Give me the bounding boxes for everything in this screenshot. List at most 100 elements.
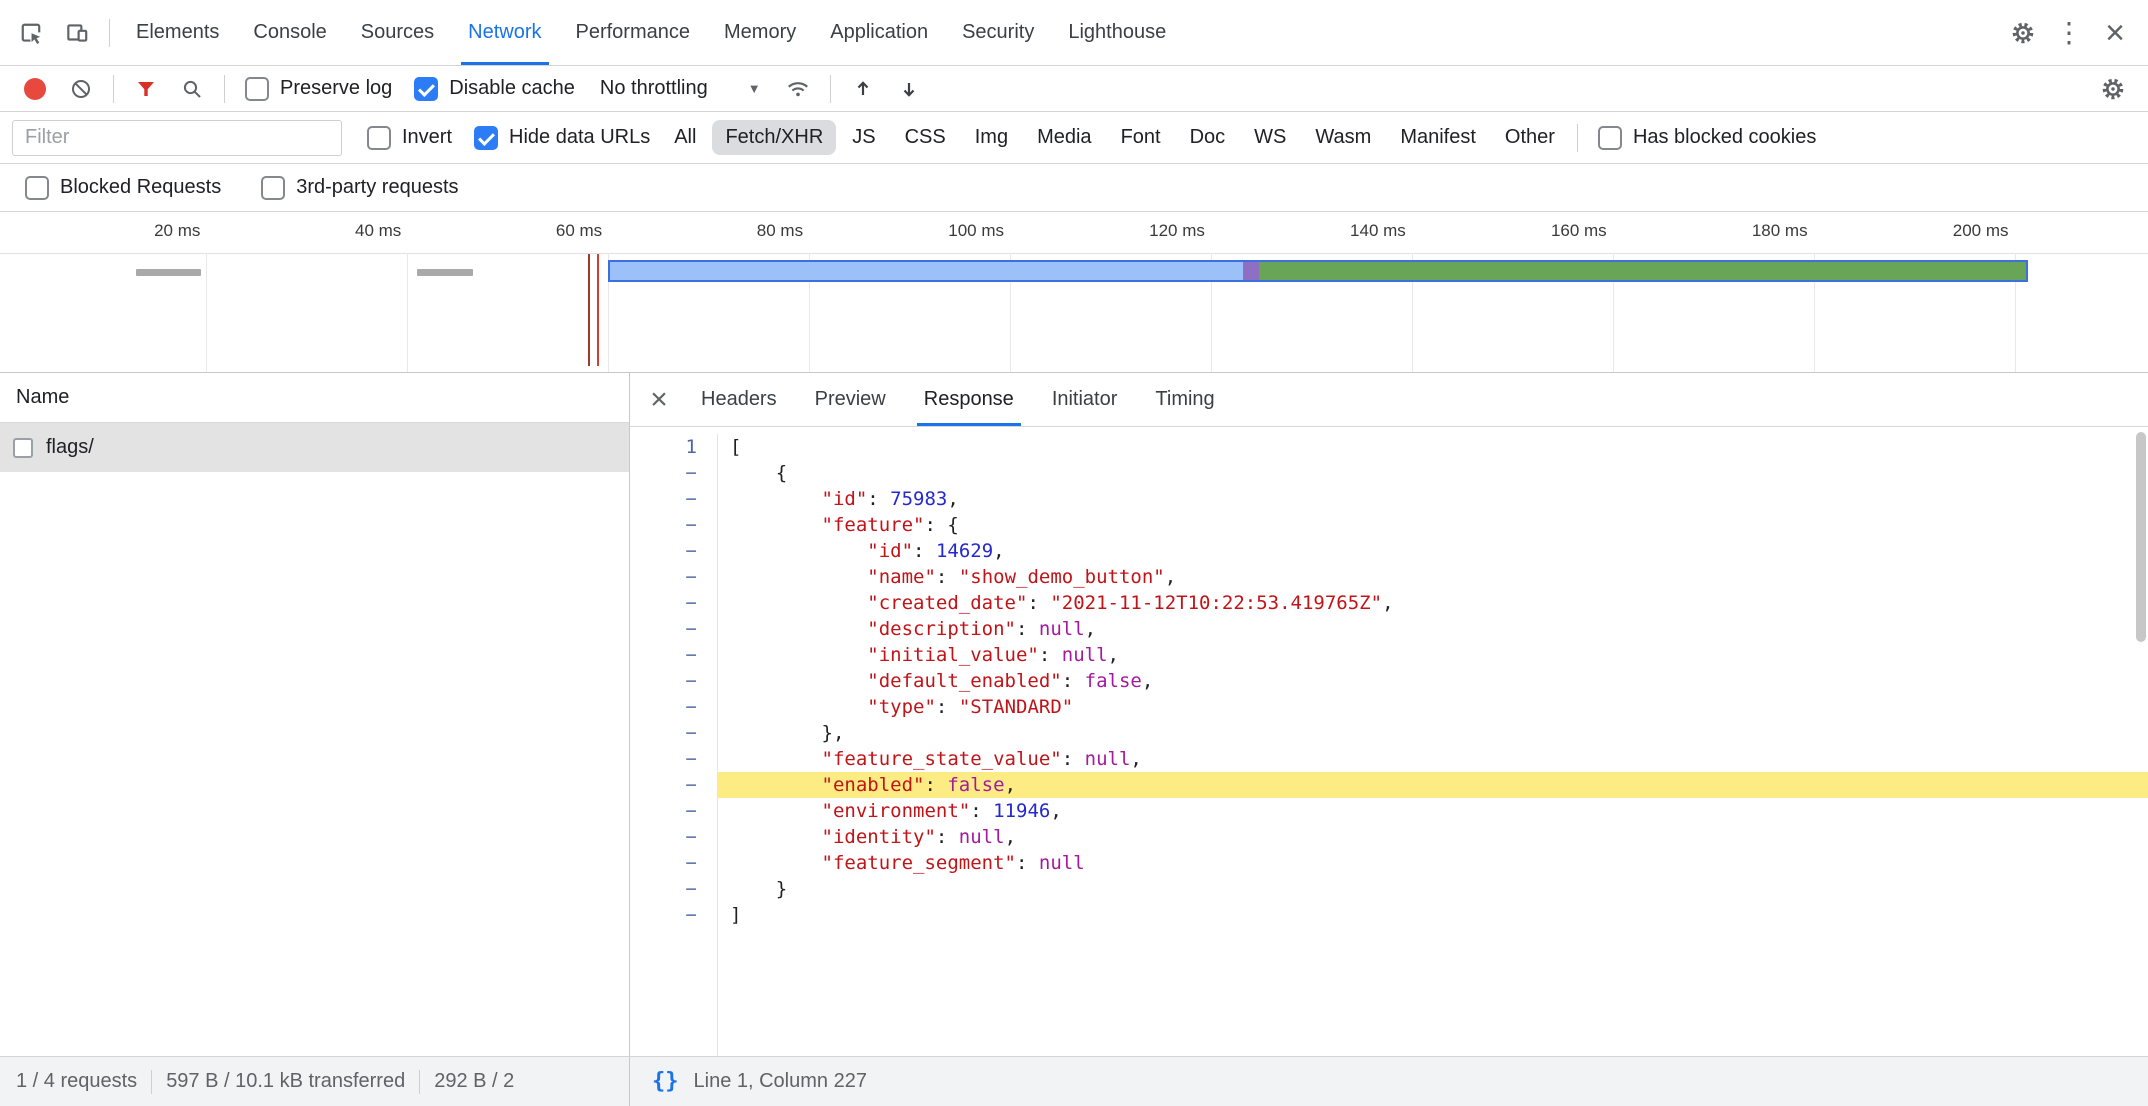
type-filter-all[interactable]: All: [661, 120, 709, 155]
requests-count: 1 / 4 requests: [16, 1070, 137, 1093]
code-gutter: 1−−−−−−−−−−−−−−−−−−: [630, 434, 718, 1056]
code-content: [ { "id": 75983, "feature": { "id": 1462…: [718, 434, 2148, 1056]
tab-memory[interactable]: Memory: [707, 0, 813, 65]
code-line: "feature_segment": null: [718, 850, 2148, 876]
timeline-tick-label: 40 ms: [297, 221, 401, 241]
tab-elements[interactable]: Elements: [119, 0, 236, 65]
type-filter-manifest[interactable]: Manifest: [1387, 120, 1489, 155]
type-filter-ws[interactable]: WS: [1241, 120, 1299, 155]
timeline-tick-label: 140 ms: [1302, 221, 1406, 241]
details-tab-initiator[interactable]: Initiator: [1033, 373, 1137, 426]
pretty-print-icon[interactable]: {}: [652, 1069, 679, 1094]
export-har-icon[interactable]: [886, 66, 932, 112]
type-filter-fetch-xhr[interactable]: Fetch/XHR: [712, 120, 836, 155]
fold-marker-icon[interactable]: −: [630, 668, 717, 694]
timeline-tick-label: 20 ms: [96, 221, 200, 241]
filter-icon[interactable]: [123, 66, 169, 112]
timeline-tick-label: 80 ms: [699, 221, 803, 241]
fold-marker-icon[interactable]: −: [630, 876, 717, 902]
network-overview[interactable]: 20 ms40 ms60 ms80 ms100 ms120 ms140 ms16…: [0, 212, 2148, 373]
fold-marker-icon[interactable]: −: [630, 460, 717, 486]
resource-type-filters: AllFetch/XHRJSCSSImgMediaFontDocWSWasmMa…: [661, 120, 1568, 155]
import-har-icon[interactable]: [840, 66, 886, 112]
fold-marker-icon[interactable]: −: [630, 746, 717, 772]
fold-marker-icon[interactable]: −: [630, 694, 717, 720]
code-line: },: [718, 720, 2148, 746]
device-toolbar-icon[interactable]: [54, 10, 100, 56]
code-line: "description": null,: [718, 616, 2148, 642]
blocked-requests-checkbox[interactable]: Blocked Requests: [25, 176, 221, 200]
tab-security[interactable]: Security: [945, 0, 1051, 65]
request-row[interactable]: flags/: [0, 423, 629, 472]
fold-marker-icon[interactable]: −: [630, 850, 717, 876]
main-tabbar-tabs: ElementsConsoleSourcesNetworkPerformance…: [119, 0, 1183, 65]
has-blocked-cookies-checkbox[interactable]: Has blocked cookies: [1598, 126, 1816, 150]
transferred-size: 597 B / 10.1 kB transferred: [166, 1070, 405, 1093]
fold-marker-icon[interactable]: −: [630, 616, 717, 642]
details-tab-response[interactable]: Response: [905, 373, 1033, 426]
hide-data-urls-checkbox[interactable]: Hide data URLs: [474, 126, 650, 150]
inspect-element-icon[interactable]: [8, 10, 54, 56]
code-line: "environment": 11946,: [718, 798, 2148, 824]
clear-network-log-icon[interactable]: [58, 66, 104, 112]
tab-console[interactable]: Console: [236, 0, 343, 65]
close-details-icon[interactable]: ×: [636, 373, 682, 426]
type-filter-media[interactable]: Media: [1024, 120, 1104, 155]
throttling-select[interactable]: No throttling ▼: [590, 73, 771, 104]
fold-marker-icon[interactable]: −: [630, 720, 717, 746]
filter-input[interactable]: [12, 120, 342, 156]
code-scrollbar[interactable]: [2134, 427, 2148, 1056]
disable-cache-label: Disable cache: [449, 77, 575, 100]
tab-sources[interactable]: Sources: [344, 0, 451, 65]
toolbar-divider: [109, 19, 110, 47]
close-devtools-icon[interactable]: ×: [2092, 10, 2138, 56]
network-conditions-icon[interactable]: [775, 66, 821, 112]
tab-network[interactable]: Network: [451, 0, 558, 65]
response-code-view[interactable]: 1−−−−−−−−−−−−−−−−−− [ { "id": 75983, "fe…: [630, 427, 2148, 1056]
code-line: ]: [718, 902, 2148, 928]
type-filter-img[interactable]: Img: [962, 120, 1021, 155]
third-party-requests-checkbox[interactable]: 3rd-party requests: [261, 176, 458, 200]
fold-marker-icon[interactable]: −: [630, 512, 717, 538]
code-line: }: [718, 876, 2148, 902]
type-filter-other[interactable]: Other: [1492, 120, 1568, 155]
third-party-requests-label: 3rd-party requests: [296, 176, 458, 199]
fold-marker-icon[interactable]: −: [630, 590, 717, 616]
fold-marker-icon[interactable]: −: [630, 486, 717, 512]
filter-bar: Invert Hide data URLs AllFetch/XHRJSCSSI…: [0, 112, 2148, 164]
type-filter-css[interactable]: CSS: [892, 120, 959, 155]
settings-gear-icon[interactable]: [2000, 10, 2046, 56]
fold-marker-icon[interactable]: −: [630, 902, 717, 928]
details-tab-headers[interactable]: Headers: [682, 373, 796, 426]
network-settings-gear-icon[interactable]: [2090, 66, 2136, 112]
tab-application[interactable]: Application: [813, 0, 945, 65]
type-filter-js[interactable]: JS: [839, 120, 888, 155]
tab-lighthouse[interactable]: Lighthouse: [1051, 0, 1183, 65]
details-tab-timing[interactable]: Timing: [1136, 373, 1233, 426]
checkbox-box: [261, 176, 285, 200]
more-options-icon[interactable]: ⋮: [2046, 10, 2092, 56]
code-line: [: [718, 434, 2148, 460]
search-icon[interactable]: [169, 66, 215, 112]
preserve-log-checkbox[interactable]: Preserve log: [245, 77, 392, 101]
fold-marker-icon[interactable]: −: [630, 538, 717, 564]
type-filter-font[interactable]: Font: [1108, 120, 1174, 155]
fold-marker-icon[interactable]: −: [630, 564, 717, 590]
checkbox-box: [1598, 126, 1622, 150]
code-line: "id": 14629,: [718, 538, 2148, 564]
fold-marker-icon[interactable]: −: [630, 642, 717, 668]
fold-marker-icon[interactable]: −: [630, 772, 717, 798]
name-column-header[interactable]: Name: [0, 373, 629, 423]
details-tab-preview[interactable]: Preview: [796, 373, 905, 426]
main-tabbar: ElementsConsoleSourcesNetworkPerformance…: [0, 0, 2148, 66]
scrollbar-thumb[interactable]: [2136, 432, 2146, 642]
code-line: {: [718, 460, 2148, 486]
fold-marker-icon[interactable]: −: [630, 824, 717, 850]
type-filter-wasm[interactable]: Wasm: [1302, 120, 1384, 155]
invert-checkbox[interactable]: Invert: [367, 126, 452, 150]
tab-performance[interactable]: Performance: [559, 0, 708, 65]
record-network-log-icon[interactable]: [12, 66, 58, 112]
type-filter-doc[interactable]: Doc: [1177, 120, 1239, 155]
fold-marker-icon[interactable]: −: [630, 798, 717, 824]
disable-cache-checkbox[interactable]: Disable cache: [414, 77, 575, 101]
